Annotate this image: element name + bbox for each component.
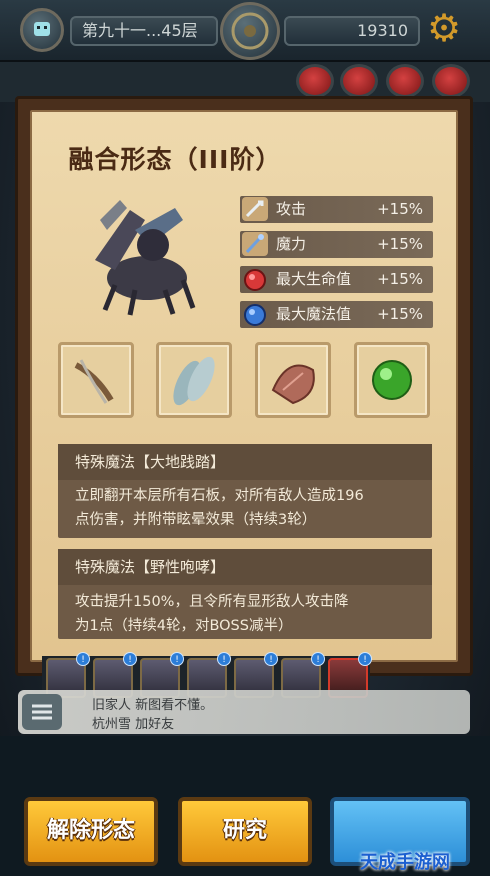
floor-label: 第九十一...45层 xyxy=(82,21,198,40)
gold-value: 19310 xyxy=(357,21,408,40)
floor-indicator[interactable]: 第九十一...45层 xyxy=(70,16,218,46)
wing-icon xyxy=(173,356,215,406)
stat-name: 最大生命值 xyxy=(276,270,352,288)
sword-icon xyxy=(242,197,268,221)
stat-value: +15% xyxy=(377,305,423,323)
stat-row-magic: 魔力 +15% xyxy=(240,231,433,258)
info-badge-icon: ! xyxy=(264,652,278,666)
research-label: 研究 xyxy=(222,818,267,843)
creature-illustration xyxy=(95,200,196,316)
info-badge-icon: ! xyxy=(170,652,184,666)
stat-row-attack: 攻击 +15% xyxy=(240,196,433,223)
shell-icon xyxy=(271,364,315,405)
stat-row-max-hp: 最大生命值 +15% xyxy=(240,266,433,293)
chat-toggle-icon[interactable] xyxy=(22,694,62,730)
robot-icon xyxy=(34,22,50,36)
stat-row-max-mp: 最大魔法值 +15% xyxy=(240,301,433,328)
info-badge-icon: ! xyxy=(123,652,137,666)
quick-button-4[interactable] xyxy=(432,64,470,98)
stat-name: 魔力 xyxy=(276,235,307,253)
item-slot-orb[interactable] xyxy=(354,342,430,418)
skill-2-line-2: 为1点（持续4轮，对BOSS减半） xyxy=(75,618,293,634)
chat-messages: 旧家人 新图看不懂。 杭州雪 加好友 xyxy=(92,694,462,732)
center-emblem[interactable] xyxy=(220,2,280,60)
quick-button-2[interactable] xyxy=(340,64,378,98)
skill-1-title: 特殊魔法【大地践踏】 xyxy=(75,453,226,471)
clock-emblem-icon xyxy=(231,12,269,50)
release-form-label: 解除形态 xyxy=(46,818,135,843)
stat-name: 攻击 xyxy=(276,200,307,218)
stat-value: +15% xyxy=(377,270,423,288)
info-badge-icon: ! xyxy=(217,652,231,666)
panel-title: 融合形态（III阶） xyxy=(68,145,282,174)
stat-value: +15% xyxy=(377,200,423,218)
skill-2-line-1: 攻击提升150%，且令所有显形敌人攻击降 xyxy=(75,594,349,610)
chat-line-2: 杭州雪 加好友 xyxy=(92,717,175,732)
settings-gear-icon[interactable]: ⚙ xyxy=(420,8,468,54)
skill-1-header: 特殊魔法【大地践踏】 xyxy=(58,444,432,480)
skill-2-description: 攻击提升150%，且令所有显形敌人攻击降 为1点（持续4轮，对BOSS减半） xyxy=(58,590,432,638)
skill-2-title: 特殊魔法【野性咆哮】 xyxy=(75,558,226,576)
green-orb-icon xyxy=(372,360,412,400)
item-slot-claw[interactable] xyxy=(58,342,134,418)
blue-potion-icon xyxy=(242,302,268,326)
skill-2-header: 特殊魔法【野性咆哮】 xyxy=(58,549,432,585)
skill-1-description: 立即翻开本层所有石板，对所有敌人造成196 点伤害，并附带眩晕效果（持续3轮） xyxy=(58,484,432,532)
info-badge-icon: ! xyxy=(358,652,372,666)
item-slot-shell[interactable] xyxy=(255,342,331,418)
item-slot-wing[interactable] xyxy=(156,342,232,418)
info-badge-icon: ! xyxy=(311,652,325,666)
claw-icon xyxy=(74,359,114,404)
stat-name: 最大魔法值 xyxy=(276,305,352,323)
skill-1-line-2: 点伤害，并附带眩晕效果（持续3轮） xyxy=(75,512,317,528)
research-button[interactable]: 研究 xyxy=(178,797,312,866)
menu-button[interactable] xyxy=(20,8,64,52)
info-badge-icon: ! xyxy=(76,652,90,666)
gold-counter: 19310 xyxy=(284,16,420,46)
quick-button-3[interactable] xyxy=(386,64,424,98)
watermark: 天成手游网 xyxy=(360,852,450,873)
stat-value: +15% xyxy=(377,235,423,253)
chat-line-1: 旧家人 新图看不懂。 xyxy=(92,698,214,713)
quick-button-1[interactable] xyxy=(296,64,334,98)
skill-1-line-1: 立即翻开本层所有石板，对所有敌人造成196 xyxy=(75,488,364,504)
staff-icon xyxy=(242,232,268,256)
release-form-button[interactable]: 解除形态 xyxy=(24,797,158,866)
red-potion-icon xyxy=(242,267,268,291)
